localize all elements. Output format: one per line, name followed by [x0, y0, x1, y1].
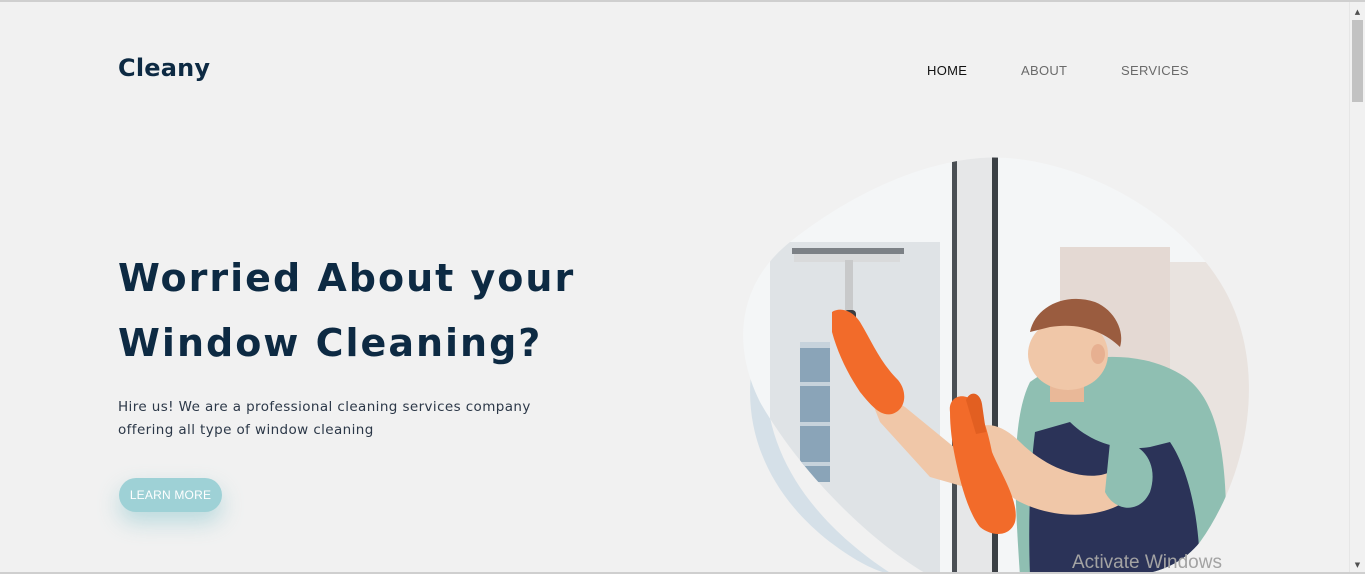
hero-subtext-line1: Hire us! We are a professional cleaning … — [118, 399, 531, 415]
main-nav: HOME ABOUT SERVICES — [927, 63, 1189, 78]
brand-logo[interactable]: Cleany — [118, 54, 210, 82]
scroll-down-arrow-icon[interactable]: ▼ — [1350, 557, 1365, 572]
hero-subtext: Hire us! We are a professional cleaning … — [118, 396, 568, 442]
hero-headline-line2: Window Cleaning? — [118, 321, 543, 365]
hero-illustration — [743, 157, 1249, 574]
hero-subtext-line2: offering all type of window cleaning — [118, 422, 374, 438]
nav-item-about[interactable]: ABOUT — [1021, 63, 1121, 78]
hero-headline: Worried About your Window Cleaning? — [118, 246, 638, 376]
scroll-thumb[interactable] — [1352, 20, 1363, 102]
vertical-scrollbar[interactable]: ▲ ▼ — [1349, 2, 1365, 574]
nav-item-services[interactable]: SERVICES — [1121, 63, 1189, 78]
page: Cleany HOME ABOUT SERVICES Worried About… — [0, 0, 1365, 574]
activate-windows-watermark: Activate Windows — [1072, 552, 1222, 573]
nav-item-home[interactable]: HOME — [927, 63, 1021, 78]
scroll-up-arrow-icon[interactable]: ▲ — [1350, 4, 1365, 19]
learn-more-button[interactable]: LEARN MORE — [119, 478, 222, 512]
hero-headline-line1: Worried About your — [118, 256, 576, 300]
hero-image — [730, 142, 1270, 574]
